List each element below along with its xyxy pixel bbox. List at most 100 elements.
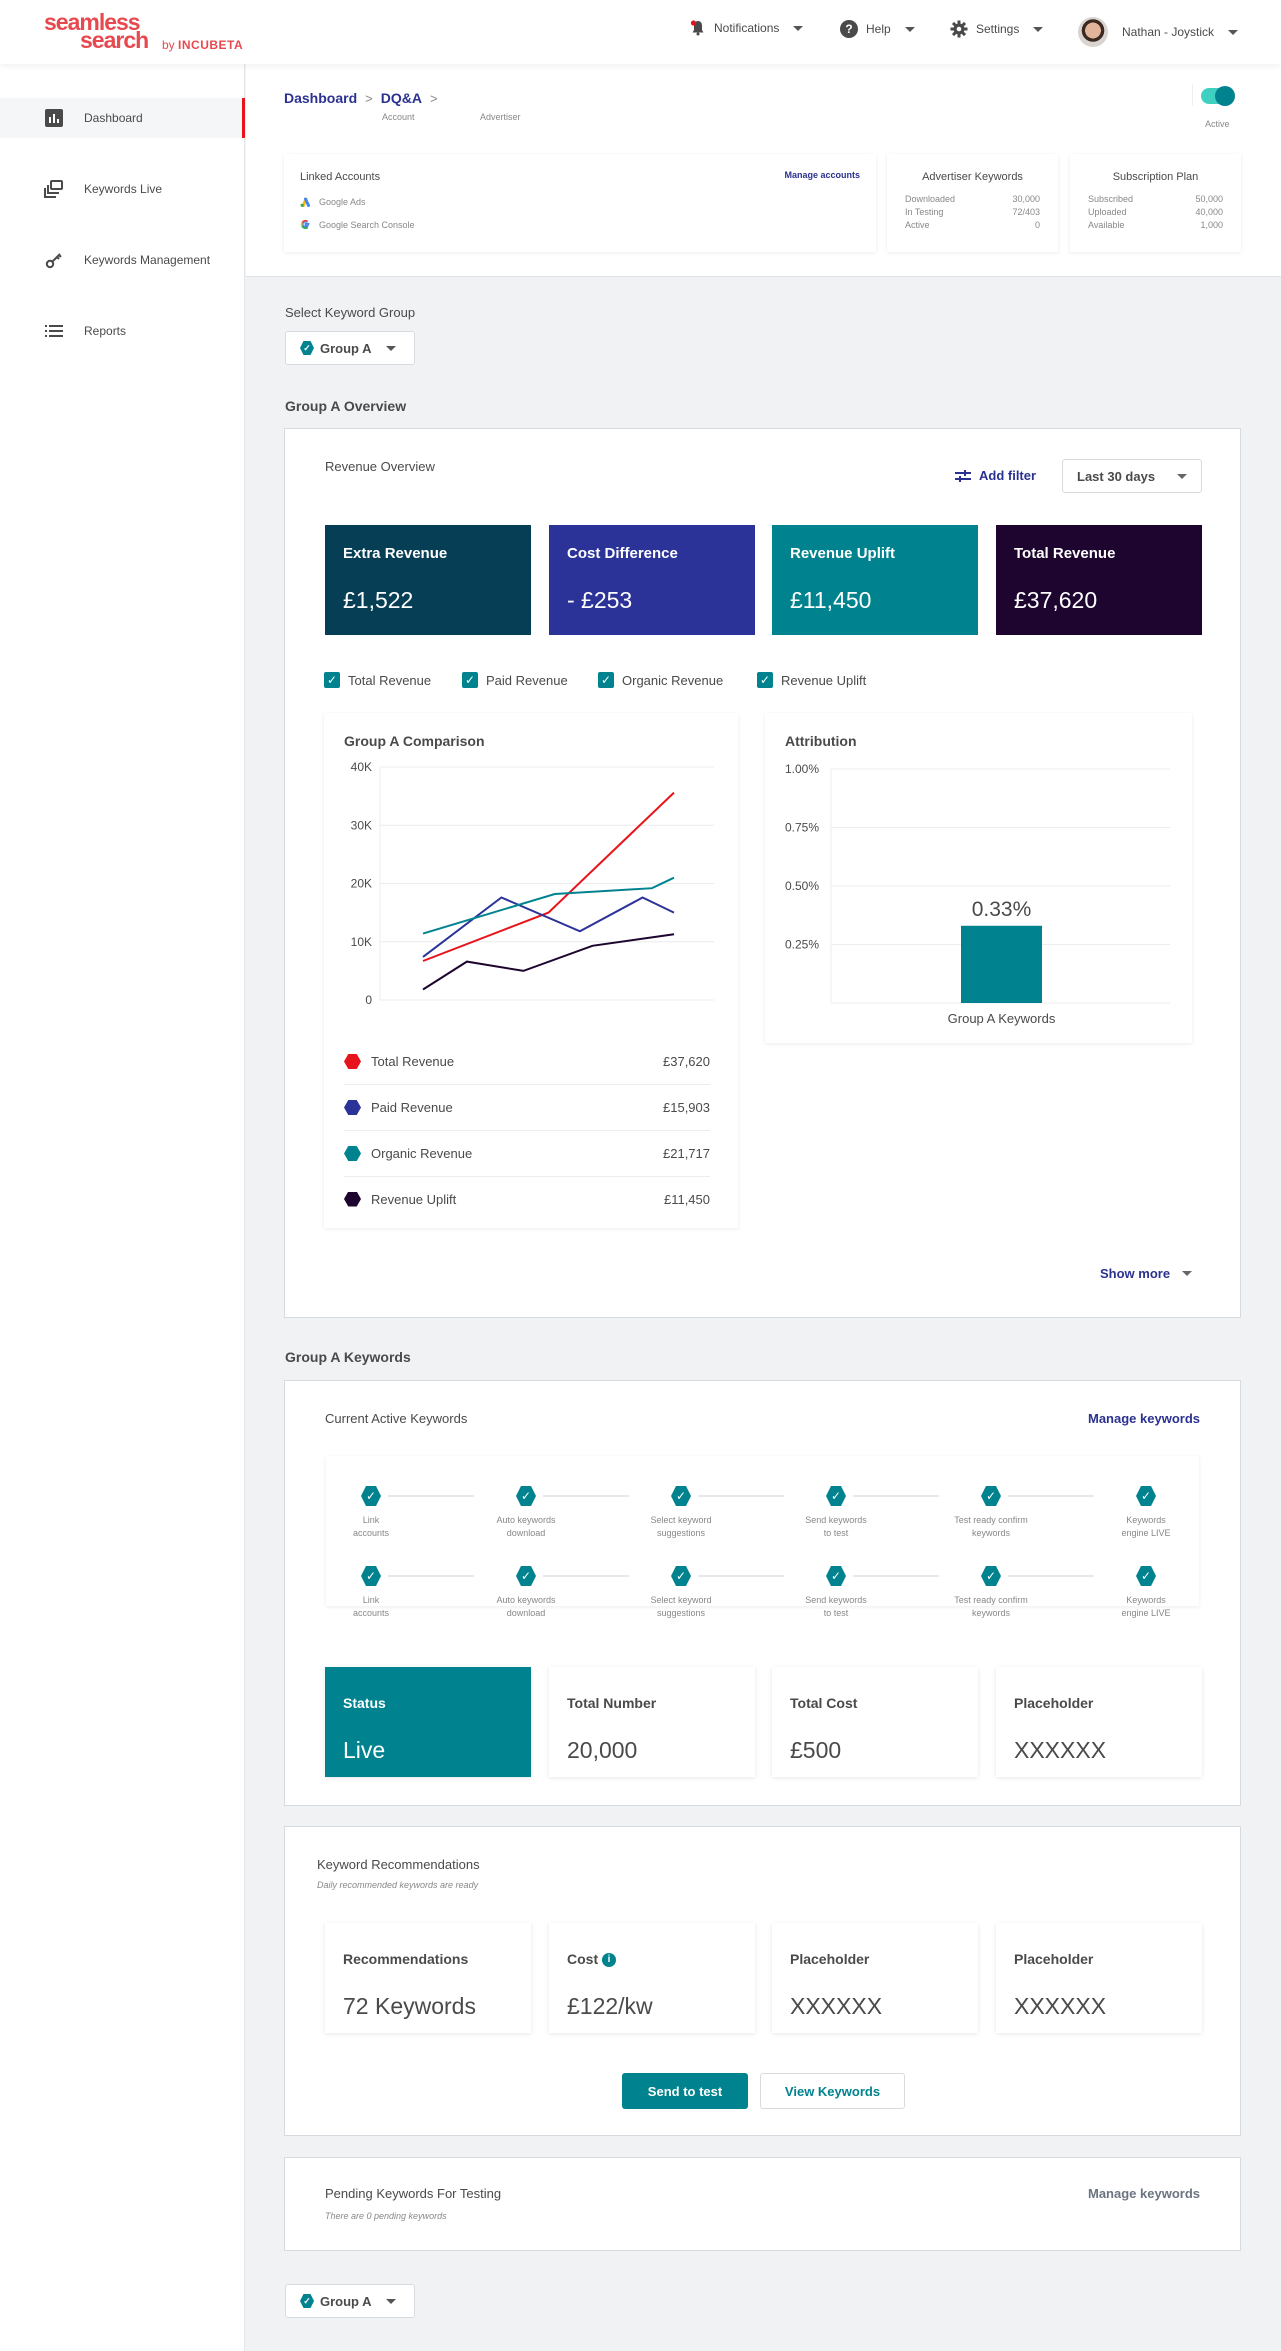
kpi-cost-difference: Cost Difference - £253 (549, 525, 755, 635)
kv-value: 1,000 (1200, 220, 1223, 230)
step-label: engine LIVE (1121, 1528, 1171, 1538)
stat-title: Placeholder (1014, 1695, 1094, 1711)
chevron-down-icon (1228, 29, 1239, 35)
logo-company: INCUBETA (178, 38, 244, 52)
sidebar-item-label: Keywords Live (84, 182, 163, 196)
bar (961, 925, 1042, 1003)
active-toggle[interactable] (1201, 86, 1235, 106)
legend-value: £11,450 (663, 1191, 710, 1207)
progress-step: ✓ Send keywords to test (791, 1566, 881, 1620)
sidebar: Dashboard Keywords Live Keywords Managem… (0, 64, 245, 2351)
filter-checkbox-paid-revenue[interactable]: ✓ Paid Revenue (462, 672, 568, 688)
sidebar-item-label: Keywords Management (84, 253, 211, 267)
bar-chart-icon (44, 108, 64, 128)
add-filter-button[interactable]: Add filter (955, 468, 1036, 483)
step-check-icon: ✓ (981, 1566, 1001, 1586)
checkbox-label: Revenue Uplift (781, 672, 867, 688)
user-menu[interactable]: Nathan - Joystick (1078, 17, 1239, 47)
stat-value: XXXXXX (1014, 1737, 1107, 1763)
recommendations-subtitle: Daily recommended keywords are ready (317, 1880, 479, 1890)
settings-label: Settings (976, 22, 1020, 36)
stat-placeholder: Placeholder XXXXXX (996, 1667, 1202, 1777)
progress-step: ✓ Select keyword suggestions (636, 1486, 726, 1540)
progress-step: ✓ Send keywords to test (791, 1486, 881, 1540)
series-line-revenue-uplift (422, 933, 675, 991)
info-icon[interactable]: i (602, 1953, 617, 1968)
kv-row: Subscribed 50,000 (1088, 193, 1223, 206)
step-check-icon: ✓ (1136, 1486, 1156, 1506)
pending-keywords-panel: Pending Keywords For Testing There are 0… (284, 2157, 1241, 2251)
kpi-revenue-uplift: Revenue Uplift £11,450 (772, 525, 978, 635)
step-check-icon: ✓ (826, 1486, 846, 1506)
kv-key: Downloaded (905, 194, 956, 204)
send-to-test-button[interactable]: Send to test (622, 2073, 748, 2109)
step-label: keywords (971, 1528, 1010, 1538)
help-menu[interactable]: ? Help (840, 20, 915, 38)
filter-checkbox-revenue-uplift[interactable]: ✓ Revenue Uplift (757, 672, 866, 688)
chevron-down-icon (793, 25, 804, 31)
step-check-icon: ✓ (671, 1566, 691, 1586)
y-tick-label: 10K (351, 935, 372, 949)
chevron-down-icon (1177, 473, 1187, 479)
stat-placeholder: Placeholder XXXXXX (996, 1923, 1202, 2033)
step-label: suggestions (656, 1528, 706, 1538)
manage-accounts-link[interactable]: Manage accounts (784, 170, 860, 180)
kv-value: 0 (1034, 220, 1040, 230)
step-label: Select keyword (650, 1515, 712, 1525)
settings-menu[interactable]: Settings (950, 20, 1044, 38)
group-select[interactable]: ✓ Group A (285, 331, 415, 365)
sidebar-item-keywords-live[interactable]: Keywords Live (0, 169, 245, 209)
sidebar-item-dashboard[interactable]: Dashboard (0, 98, 245, 138)
breadcrumb: Dashboard > DQ&A > (284, 90, 438, 106)
step-check-icon: ✓ (671, 1486, 691, 1506)
user-name: Nathan - Joystick (1122, 25, 1215, 39)
chevron-down-icon (1182, 1271, 1193, 1276)
keyword-progress-steps: ✓ Link accounts ✓ Auto keywords download ✓ Sele… (326, 1456, 1199, 1618)
stat-value: Live (343, 1737, 386, 1763)
checkbox-label: Organic Revenue (622, 672, 724, 688)
linked-accounts-title: Linked Accounts (300, 171, 381, 183)
attribution-chart-card: Attribution 0.25% 0.50% 0.75% 1.00% 0.33% Gro… (765, 713, 1192, 1043)
step-label: Auto keywords (496, 1515, 556, 1525)
breadcrumb-advertiser[interactable]: DQ&A (381, 90, 422, 106)
y-tick-label: 40K (351, 760, 372, 774)
bottom-group-select[interactable]: ✓ Group A (285, 2284, 415, 2318)
checkbox-label: Total Revenue (348, 672, 432, 688)
kv-key: Subscribed (1088, 194, 1134, 204)
sidebar-item-keywords-management[interactable]: Keywords Management (0, 240, 245, 280)
select-group-label: Select Keyword Group (285, 305, 416, 320)
filter-checkbox-total-revenue[interactable]: ✓ Total Revenue (324, 672, 431, 688)
step-label: download (506, 1608, 546, 1618)
progress-step: ✓ Select keyword suggestions (636, 1566, 726, 1620)
filter-checkbox-organic-revenue[interactable]: ✓ Organic Revenue (598, 672, 723, 688)
stat-title: Placeholder (790, 1951, 870, 1967)
linked-account-search-console: Google Search Console (300, 219, 415, 230)
notifications-menu[interactable]: Notifications (690, 20, 804, 36)
checkbox-checked-icon: ✓ (462, 672, 478, 688)
check-badge-icon: ✓ (300, 341, 314, 355)
kpi-title: Revenue Uplift (790, 545, 896, 562)
step-check-icon: ✓ (1136, 1566, 1156, 1586)
step-check-icon: ✓ (981, 1486, 1001, 1506)
manage-keywords-link[interactable]: Manage keywords (1088, 1411, 1200, 1426)
comparison-line-chart: 0 10K 20K 30K 40K (351, 760, 714, 1007)
stat-recommendations: Recommendations 72 Keywords (325, 1923, 531, 2033)
kv-row: Uploaded 40,000 (1088, 206, 1223, 219)
sidebar-item-reports[interactable]: Reports (0, 311, 245, 351)
progress-step: ✓ Link accounts (326, 1486, 416, 1540)
step-label: Keywords (1126, 1595, 1166, 1605)
view-keywords-button[interactable]: View Keywords (760, 2073, 905, 2109)
date-range-select[interactable]: Last 30 days (1062, 459, 1202, 493)
chart-title: Attribution (785, 733, 857, 749)
top-bar: seamless search by INCUBETA Notification… (0, 0, 1281, 64)
step-check-icon: ✓ (516, 1566, 536, 1586)
progress-step: ✓ Keywords engine LIVE (1101, 1566, 1191, 1620)
stat-total-number: Total Number 20,000 (549, 1667, 755, 1777)
group-select-value: Group A (320, 2293, 372, 2309)
legend-swatch-icon (344, 1054, 361, 1069)
account-name: Google Search Console (319, 219, 415, 230)
subscription-plan-card: Subscription Plan Subscribed 50,000 Uploa… (1070, 154, 1241, 252)
breadcrumb-dashboard[interactable]: Dashboard (284, 90, 357, 106)
show-more-button[interactable]: Show more (1100, 1266, 1193, 1281)
pending-manage-keywords-link[interactable]: Manage keywords (1088, 2186, 1200, 2201)
